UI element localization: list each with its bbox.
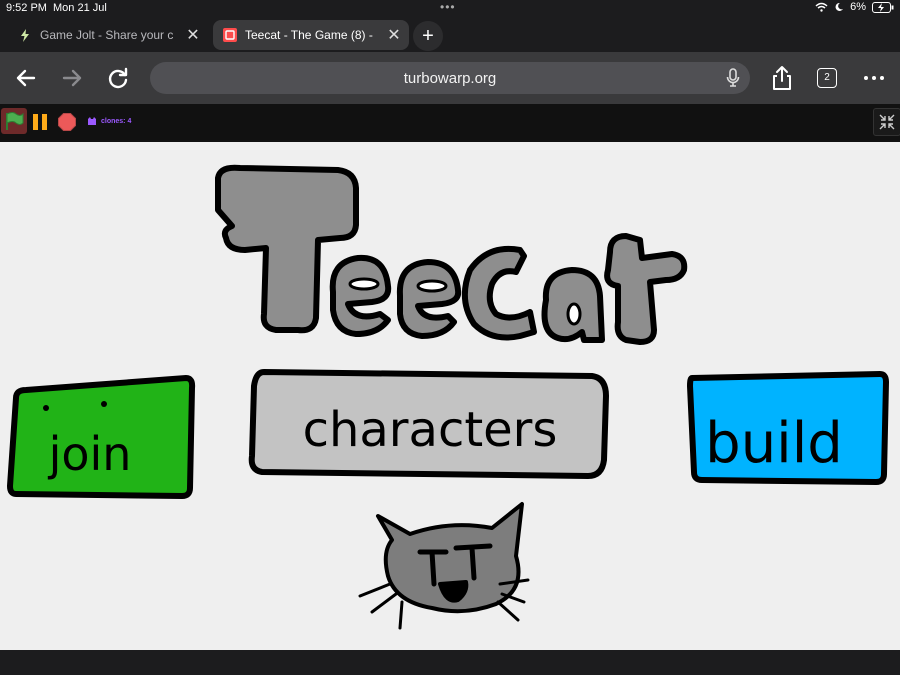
forward-arrow-icon[interactable] bbox=[58, 64, 86, 92]
address-bar[interactable]: turbowarp.org bbox=[150, 62, 750, 94]
status-date: Mon 21 Jul bbox=[53, 2, 107, 14]
moon-icon bbox=[835, 2, 844, 11]
game-stage[interactable]: join characters build bbox=[0, 142, 900, 650]
join-button-label: join bbox=[48, 427, 132, 481]
build-button-label: build bbox=[705, 411, 843, 476]
gamejolt-bolt-icon bbox=[18, 28, 32, 42]
status-time: 9:52 PM bbox=[6, 2, 47, 14]
browser-toolbar: turbowarp.org bbox=[0, 52, 900, 104]
close-tab-icon[interactable]: ✕ bbox=[385, 25, 403, 45]
new-tab-button[interactable]: + bbox=[413, 21, 443, 51]
bottom-bar bbox=[0, 650, 900, 675]
join-button[interactable]: join bbox=[6, 374, 196, 500]
turbowarp-controls bbox=[0, 104, 900, 142]
tab-teecat[interactable]: Teecat - The Game (8) - ✕ bbox=[213, 20, 409, 50]
stop-icon[interactable] bbox=[58, 113, 76, 131]
cat-character[interactable] bbox=[358, 502, 530, 630]
characters-button[interactable]: characters bbox=[248, 368, 610, 480]
build-button[interactable]: build bbox=[686, 370, 890, 486]
wifi-icon bbox=[815, 2, 828, 12]
join-dot bbox=[101, 401, 107, 407]
pause-icon[interactable] bbox=[31, 113, 49, 131]
close-tab-icon[interactable]: ✕ bbox=[184, 25, 202, 45]
battery-icon bbox=[872, 1, 894, 13]
clone-count: clones: 4 bbox=[101, 117, 132, 125]
multitask-dots-icon[interactable]: ••• bbox=[440, 0, 456, 14]
status-right: 6% bbox=[815, 1, 894, 13]
tab-title: Teecat - The Game (8) - bbox=[245, 28, 373, 42]
collapse-icon bbox=[879, 114, 895, 130]
share-icon[interactable] bbox=[768, 64, 796, 92]
clone-counter: clones: 4 bbox=[87, 116, 131, 126]
turbowarp-icon bbox=[223, 28, 237, 42]
green-flag-icon bbox=[6, 112, 24, 130]
battery-percent: 6% bbox=[850, 1, 866, 13]
more-menu-icon[interactable] bbox=[860, 64, 888, 92]
stage-canvas: join characters build bbox=[6, 164, 890, 630]
status-bar: 9:52 PM Mon 21 Jul ••• 6% bbox=[0, 0, 900, 18]
url-text: turbowarp.org bbox=[403, 70, 497, 87]
tab-gamejolt[interactable]: Game Jolt - Share your c ✕ bbox=[8, 20, 208, 50]
microphone-icon[interactable] bbox=[726, 68, 740, 88]
clone-icon bbox=[88, 117, 96, 125]
characters-button-label: characters bbox=[303, 402, 558, 458]
game-title-logo bbox=[215, 164, 688, 345]
reload-icon[interactable] bbox=[104, 64, 132, 92]
join-dot bbox=[43, 405, 49, 411]
tab-strip: Game Jolt - Share your c ✕ Teecat - The … bbox=[0, 18, 900, 52]
tab-title: Game Jolt - Share your c bbox=[40, 28, 174, 42]
back-arrow-icon[interactable] bbox=[12, 64, 40, 92]
exit-fullscreen-button[interactable] bbox=[873, 108, 900, 136]
tab-switcher-button[interactable]: 2 bbox=[817, 68, 837, 88]
green-flag-button[interactable] bbox=[1, 108, 27, 134]
